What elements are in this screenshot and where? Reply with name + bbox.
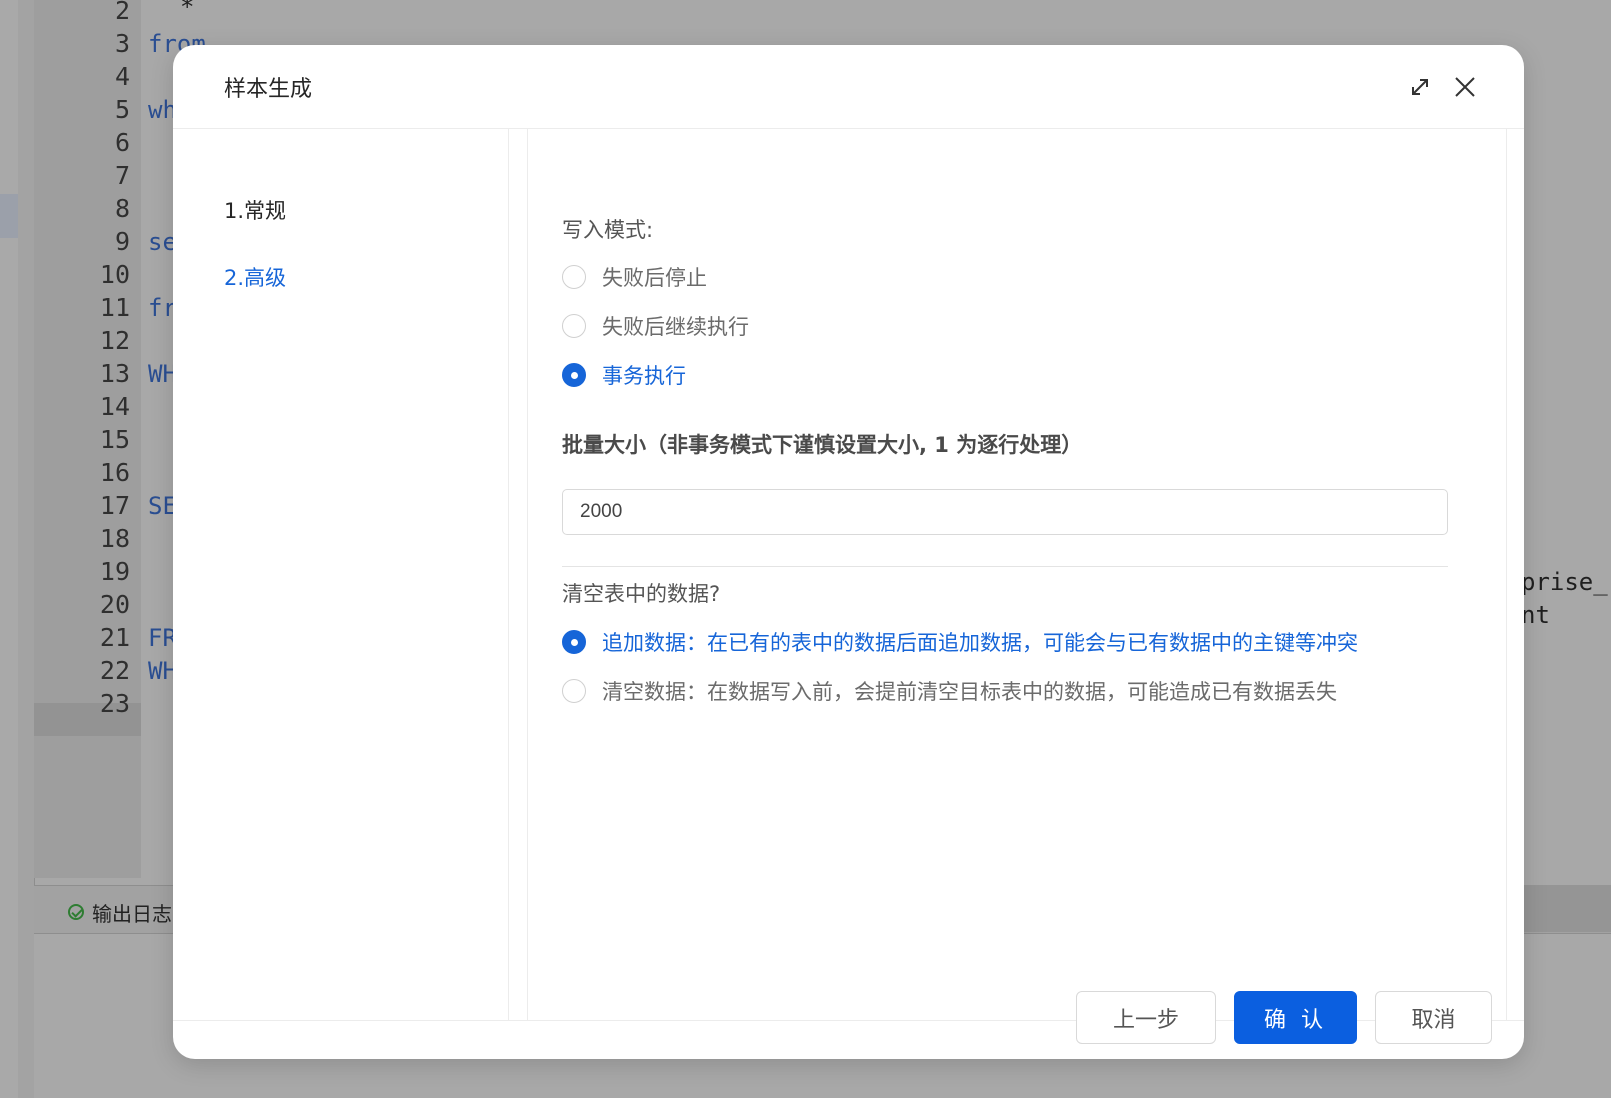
side-gutter [18, 0, 35, 1098]
line-number: 10 [99, 260, 130, 289]
line-number: 13 [99, 359, 130, 388]
line-number: 15 [99, 425, 130, 454]
check-circle-icon [68, 904, 84, 920]
code-line: prise_ [1521, 568, 1608, 596]
expand-icon[interactable] [1403, 70, 1437, 104]
tab-output-log[interactable]: 输出日志 [68, 900, 172, 926]
line-number: 23 [99, 689, 130, 718]
step-advanced[interactable]: 2.高级 [224, 262, 286, 292]
divider [562, 566, 1448, 567]
line-number: 5 [114, 95, 130, 124]
radio-circle[interactable] [562, 314, 586, 338]
line-number: 16 [99, 458, 130, 487]
line-number: 3 [114, 29, 130, 58]
close-icon[interactable] [1448, 70, 1482, 104]
line-number: 12 [99, 326, 130, 355]
radio-circle-checked[interactable] [562, 363, 586, 387]
clear-table-label: 清空表中的数据? [562, 582, 721, 606]
radio-circle[interactable] [562, 265, 586, 289]
cancel-button[interactable]: 取消 [1375, 991, 1492, 1044]
radio-label: 事务执行 [602, 364, 686, 388]
line-number: 8 [114, 194, 130, 223]
line-number: 9 [114, 227, 130, 256]
radio-circle[interactable] [562, 679, 586, 703]
code-line: * [180, 0, 195, 21]
content-divider-right [1506, 129, 1507, 1020]
line-number: 21 [99, 623, 130, 652]
line-number: 14 [99, 392, 130, 421]
radio-circle-checked[interactable] [562, 630, 586, 654]
line-number: 19 [99, 557, 130, 586]
confirm-button[interactable]: 确 认 [1234, 991, 1357, 1044]
step-nav: 1.常规 2.高级 [173, 129, 509, 1020]
activity-bar [0, 0, 18, 1098]
line-number: 6 [114, 128, 130, 157]
write-mode-label: 写入模式: [562, 218, 654, 242]
line-number: 18 [99, 524, 130, 553]
tab-output-log-label: 输出日志 [92, 901, 172, 926]
line-number: 17 [99, 491, 130, 520]
line-number: 11 [99, 293, 130, 322]
line-number: 20 [99, 590, 130, 619]
radio-label: 失败后继续执行 [602, 315, 749, 339]
radio-label: 失败后停止 [602, 266, 707, 290]
batch-size-input[interactable] [562, 489, 1448, 535]
sample-generation-dialog: 样本生成 1.常规 2.高级 写入模式: 失败后停止 失败后继续执行 事务执行 … [173, 45, 1524, 1059]
radio-transaction[interactable]: 事务执行 [562, 360, 686, 390]
output-panel-tabbar-right [1521, 885, 1611, 932]
radio-clear-data[interactable]: 清空数据：在数据写入前，会提前清空目标表中的数据，可能造成已有数据丢失 [562, 676, 1337, 706]
line-number: 22 [99, 656, 130, 685]
line-number: 4 [114, 62, 130, 91]
code-line: nt [1521, 601, 1550, 629]
line-number: 7 [114, 161, 130, 190]
batch-size-label: 批量大小（非事务模式下谨慎设置大小, 1 为逐行处理） [562, 433, 1083, 457]
radio-label: 清空数据：在数据写入前，会提前清空目标表中的数据，可能造成已有数据丢失 [602, 680, 1337, 704]
dialog-header: 样本生成 [173, 45, 1524, 129]
radio-label: 追加数据：在已有的表中的数据后面追加数据，可能会与已有数据中的主键等冲突 [602, 631, 1358, 655]
line-number: 2 [114, 0, 130, 25]
radio-append-data[interactable]: 追加数据：在已有的表中的数据后面追加数据，可能会与已有数据中的主键等冲突 [562, 627, 1358, 657]
content-divider [527, 129, 528, 1020]
radio-stop-on-failure[interactable]: 失败后停止 [562, 262, 707, 292]
dialog-title: 样本生成 [224, 77, 313, 102]
previous-step-button[interactable]: 上一步 [1076, 991, 1216, 1044]
radio-continue-on-failure[interactable]: 失败后继续执行 [562, 311, 749, 341]
step-general[interactable]: 1.常规 [224, 195, 286, 225]
activity-marker [0, 194, 18, 238]
